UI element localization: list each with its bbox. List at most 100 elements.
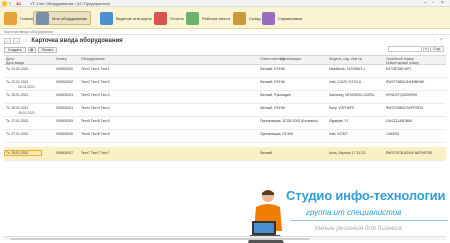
title-bar: ≡ 1С УТ-Учет Оборудования / (1С:Предприя… — [0, 0, 450, 7]
watermark-subtitle: группа ит специалистов — [306, 208, 402, 217]
row-model: Sony, VGFHSF5 — [329, 106, 354, 110]
close-page-icon[interactable]: × — [440, 37, 443, 43]
row-equipment: Тест5 Тест5 Тест5 — [81, 119, 110, 123]
row-responsible: Личный, Рукопадин — [260, 93, 291, 97]
sections-bar: Главное Мои оборудование Ведение инв.кар… — [0, 7, 450, 29]
row-model: Gigabyte, 37 — [329, 119, 349, 123]
command-bar: Создать ▤ Печать — [4, 46, 59, 53]
section-warehouse[interactable]: Склад — [233, 11, 261, 25]
back-button[interactable]: ← — [4, 37, 11, 44]
forward-button[interactable]: → — [13, 37, 20, 44]
more-actions-icon[interactable]: ⋮ — [432, 37, 437, 43]
section-my-equipment[interactable]: Мои оборудование — [33, 11, 92, 25]
watermark-divider — [290, 220, 448, 221]
row-equipment: Тест2 Тест2 Тест2 — [81, 80, 110, 84]
row-serial: 1400025 — [386, 132, 400, 136]
window-title: УТ-Учет Оборудования / (1С:Предприятие) — [30, 1, 110, 6]
row-number: 000000005 — [56, 119, 73, 123]
row-equipment: Тест4 Тест4 Тест4 — [81, 106, 110, 110]
row-serial: GA/2Z11A5CB66 — [386, 119, 412, 123]
search-icon[interactable]: ⌕ — [423, 46, 429, 52]
equipment-icon — [36, 11, 49, 25]
scrollbar-thumb[interactable] — [10, 238, 310, 240]
table-row[interactable]: Тс. 25.01.2021 000000003 Тест3 Тест3 Тес… — [4, 92, 446, 104]
warehouse-icon — [233, 11, 246, 25]
row-responsible: Организация, ЗСОВ 2002 (Ботанико) — [260, 119, 318, 123]
row-responsible: Личный, НТ/НМ — [260, 67, 285, 71]
row-serial: E47187630-WF1 — [386, 67, 412, 71]
search-input[interactable] — [388, 46, 422, 52]
row-model: Samsung, NP300E5C-U02RU — [329, 93, 375, 97]
row-model: Asus, Zephrus 17 2V-23 — [329, 151, 366, 155]
row-responsible: Личный, НТ/НМ — [260, 106, 285, 110]
copy-icon[interactable]: ▤ — [27, 46, 36, 53]
menu-icon[interactable]: ≡ — [9, 1, 14, 6]
table-row[interactable]: Тс. 27.01.2021 000000005 Тест5 Тест5 Тес… — [4, 118, 446, 130]
specialist-figure-icon — [248, 190, 284, 243]
section-label: Рабочие места — [202, 15, 230, 21]
page-title: Карточка ввода оборудования — [31, 37, 123, 44]
row-equipment: Тест1 Тест1 Тест1 — [81, 67, 110, 71]
table-row[interactable]: Тс. 27.01.2021 000000006 Тест6 Тест6 Тес… — [4, 131, 446, 143]
row-responsible: Личный, НТ/НМ — [260, 80, 285, 84]
watermark-tagline: Умные решения для бизнеса — [314, 225, 402, 232]
create-button[interactable]: Создать — [4, 46, 26, 53]
table-header: Дата Дата вводa Номер Оборудование Ответ… — [4, 55, 446, 65]
row-responsible: Личный — [260, 151, 273, 155]
section-label: Мои оборудование — [52, 15, 88, 21]
maximize-icon[interactable]: ▫ — [432, 0, 434, 7]
page-header: ← → ☆ Карточка ввода оборудования — [4, 37, 123, 44]
row-equipment: Тест7 Тест7 Тест7 — [81, 151, 110, 155]
row-equipment: Тест6 Тест6 Тест6 — [81, 132, 110, 136]
horizontal-scrollbar[interactable] — [4, 236, 446, 240]
table-row[interactable]: Тс. 22.01.2021 28.01.2021 000000002 Тест… — [4, 79, 446, 91]
row-date: Тс. 26.01.2021 — [6, 106, 29, 110]
table-row-selected[interactable]: Тс. 28.01.2021 000000007 Тест7 Тест7 Тес… — [4, 147, 446, 161]
section-reports[interactable]: Отчеты — [154, 11, 184, 25]
row-date: Тс. 27.01.2021 — [6, 132, 29, 136]
col-equipment[interactable]: Оборудование — [81, 57, 105, 61]
app-label: 1С — [16, 1, 22, 6]
row-model: Intel, N7/8/Т — [329, 132, 348, 136]
section-catalogs[interactable]: Справочники — [262, 11, 302, 25]
row-serial: RW7070B00-R4PF0R10 — [386, 106, 424, 110]
row-number: 000000006 — [56, 132, 73, 136]
col-organization[interactable]: Организация — [280, 57, 301, 61]
print-button[interactable]: Печать — [37, 46, 58, 53]
col-inv[interactable]: Инвентарный номер — [386, 61, 419, 65]
row-number: 000000007 — [56, 151, 73, 155]
app-window: ≡ 1С УТ-Учет Оборудования / (1С:Предприя… — [0, 0, 450, 243]
row-date2: 28.01.2021 — [18, 85, 35, 89]
minimize-icon[interactable]: – — [424, 0, 427, 7]
row-date: Тс. 28.01.2021 — [6, 151, 29, 155]
section-workplaces[interactable]: Рабочие места — [186, 11, 230, 25]
row-number: 000000000 — [56, 67, 73, 71]
row-serial: RW70707B-82440 NBTHRT60 — [386, 151, 433, 155]
row-number: 000000003 — [56, 93, 73, 97]
row-date: Тс. 25.01.2021 — [6, 93, 29, 97]
section-label: Склад — [249, 15, 261, 21]
col-number[interactable]: Номер — [56, 57, 67, 61]
more-button[interactable]: Еще — [430, 46, 444, 52]
cards-icon — [100, 11, 113, 25]
watermark-name: Студио инфо-технологии — [286, 188, 446, 203]
row-serial: HP46-ETQ4200RKH — [386, 93, 418, 97]
home-icon — [4, 11, 17, 25]
table-row[interactable]: Тс. 21.01.2021 000000000 Тест1 Тест1 Тес… — [4, 66, 446, 78]
watermark-logo: Студио инфо-технологии группа ит специал… — [244, 187, 450, 243]
col-date-sub[interactable]: Дата вводa — [6, 61, 24, 65]
table-row[interactable]: Тс. 26.01.2021 28.01.2021 000000004 Тест… — [4, 105, 446, 117]
close-window-icon[interactable]: × — [441, 0, 444, 7]
section-inv-cards[interactable]: Ведение инв.карты — [100, 11, 152, 25]
row-model: Intel, C3470-7/4Т/4.8 — [329, 80, 361, 84]
row-date: Тс. 22.01.2021 — [6, 80, 29, 84]
favorite-star-icon[interactable]: ☆ — [23, 38, 28, 44]
row-number: 000000002 — [56, 80, 73, 84]
row-date2: 28.01.2021 — [18, 111, 35, 115]
col-model[interactable]: Модель, изд. Инв № — [329, 57, 362, 61]
row-serial: RW3770B00-84HHBDNK — [386, 80, 425, 84]
app-logo-icon — [2, 1, 7, 6]
section-home[interactable]: Главное — [4, 11, 35, 25]
section-label: Справочники — [278, 15, 303, 21]
section-label: Ведение инв.карты — [116, 15, 152, 21]
